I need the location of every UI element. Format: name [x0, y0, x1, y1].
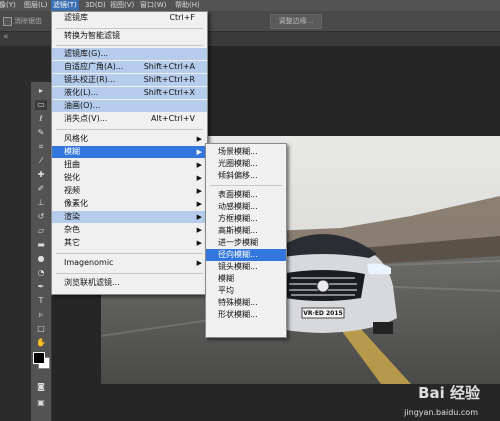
eyedropper-tool-icon[interactable]: ⁄ — [35, 156, 47, 166]
menu-item-pixelate[interactable]: 像素化 ▶ — [52, 198, 207, 210]
blur-submenu: 场景模糊... 光圈模糊... 倾斜偏移... 表面模糊... 动感模糊... … — [205, 143, 287, 338]
menu-item-noise[interactable]: 杂色 ▶ — [52, 224, 207, 236]
blur-tool-icon[interactable]: ● — [35, 254, 47, 264]
submenu-arrow-icon: ▶ — [196, 259, 202, 267]
watermark-url: jingyan.baidu.com — [404, 408, 478, 417]
menu-item-video[interactable]: 视频 ▶ — [52, 185, 207, 197]
menu-3d[interactable]: 3D(D) — [85, 0, 106, 11]
menu-separator — [56, 28, 203, 29]
shape-tool-icon[interactable]: □ — [35, 324, 47, 334]
healing-tool-icon[interactable]: ✚ — [35, 170, 47, 180]
menu-item-sharpen[interactable]: 锐化 ▶ — [52, 172, 207, 184]
submenu-item-field-blur[interactable]: 场景模糊... — [206, 146, 286, 158]
submenu-arrow-icon: ▶ — [196, 187, 202, 195]
refine-edge-button[interactable]: 调整边缘... — [270, 14, 322, 29]
submenu-arrow-icon: ▶ — [196, 148, 202, 156]
menu-separator — [56, 273, 203, 274]
submenu-item-surface-blur[interactable]: 表面模糊... — [206, 189, 286, 201]
dodge-tool-icon[interactable]: ◔ — [35, 268, 47, 278]
menu-help[interactable]: 帮助(H) — [175, 0, 200, 11]
submenu-item-blur-more[interactable]: 进一步模糊 — [206, 237, 286, 249]
submenu-item-average[interactable]: 平均 — [206, 285, 286, 297]
hand-tool-icon[interactable]: ✋ — [35, 338, 47, 348]
lasso-tool-icon[interactable]: ℓ — [35, 114, 47, 124]
marquee-tool-icon[interactable]: ▭ — [35, 100, 47, 110]
menu-separator — [56, 253, 203, 254]
submenu-item-radial-blur[interactable]: 径向模糊... — [206, 249, 286, 261]
collapse-chevron-icon[interactable]: « — [3, 32, 9, 42]
menu-item-filter-gallery-last[interactable]: 滤镜库 Ctrl+F — [52, 12, 207, 24]
filter-menu: 滤镜库 Ctrl+F 转换为智能滤镜 滤镜库(G)... 自适应广角(A)... S… — [51, 11, 208, 295]
menu-separator — [56, 45, 203, 46]
eraser-tool-icon[interactable]: ▱ — [35, 226, 47, 236]
submenu-item-motion-blur[interactable]: 动感模糊... — [206, 201, 286, 213]
submenu-item-smart-blur[interactable]: 特殊模糊... — [206, 297, 286, 309]
menu-window[interactable]: 窗口(W) — [140, 0, 166, 11]
screen-mode-icon[interactable]: ▣ — [35, 398, 47, 408]
submenu-item-shape-blur[interactable]: 形状模糊... — [206, 309, 286, 321]
crop-tool-icon[interactable]: ⌗ — [35, 142, 47, 152]
menu-item-vanishing-point[interactable]: 消失点(V)... Alt+Ctrl+V — [52, 113, 207, 125]
submenu-arrow-icon: ▶ — [196, 174, 202, 182]
menu-item-oil-paint[interactable]: 油画(O)... — [52, 100, 207, 112]
submenu-item-iris-blur[interactable]: 光圈模糊... — [206, 158, 286, 170]
foreground-color-swatch[interactable] — [33, 352, 45, 364]
tools-panel: ▸ ▭ ℓ ✎ ⌗ ⁄ ✚ ✐ ⊥ ↺ ▱ ▬ ● ◔ ✒ T ▹ □ ✋ ◙ … — [31, 82, 52, 421]
pen-tool-icon[interactable]: ✒ — [35, 282, 47, 292]
submenu-arrow-icon: ▶ — [196, 135, 202, 143]
baidu-jingyan-watermark: Bai 经验 — [418, 384, 480, 402]
menu-item-filter-gallery[interactable]: 滤镜库(G)... — [52, 48, 207, 60]
menu-separator — [210, 185, 282, 186]
menu-separator — [56, 129, 203, 130]
submenu-item-blur[interactable]: 模糊 — [206, 273, 286, 285]
menu-item-lens-correction[interactable]: 镜头校正(R)... Shift+Ctrl+R — [52, 74, 207, 86]
menu-image[interactable]: 图像(Y) — [0, 0, 16, 11]
menu-filter[interactable]: 滤镜(T) — [51, 0, 79, 11]
submenu-item-box-blur[interactable]: 方框模糊... — [206, 213, 286, 225]
menu-item-other[interactable]: 其它 ▶ — [52, 237, 207, 249]
submenu-arrow-icon: ▶ — [196, 200, 202, 208]
brush-tool-icon[interactable]: ✐ — [35, 184, 47, 194]
quick-mask-icon[interactable]: ◙ — [35, 382, 47, 392]
path-select-tool-icon[interactable]: ▹ — [35, 310, 47, 320]
submenu-arrow-icon: ▶ — [196, 226, 202, 234]
menu-item-adaptive-wide-angle[interactable]: 自适应广角(A)... Shift+Ctrl+A — [52, 61, 207, 73]
type-tool-icon[interactable]: T — [35, 296, 47, 306]
quick-select-tool-icon[interactable]: ✎ — [35, 128, 47, 138]
license-plate: VR·ED 2015 — [303, 310, 343, 317]
submenu-arrow-icon: ▶ — [196, 239, 202, 247]
anti-alias-label: 消除锯齿 — [14, 17, 42, 25]
menu-item-liquify[interactable]: 液化(L)... Shift+Ctrl+X — [52, 87, 207, 99]
menu-item-imagenomic[interactable]: Imagenomic ▶ — [52, 257, 207, 269]
submenu-item-gaussian-blur[interactable]: 高斯模糊... — [206, 225, 286, 237]
menu-item-distort[interactable]: 扭曲 ▶ — [52, 159, 207, 171]
submenu-arrow-icon: ▶ — [196, 161, 202, 169]
menu-item-convert-smart-filter[interactable]: 转换为智能滤镜 — [52, 30, 207, 42]
menu-item-browse-online-filters[interactable]: 浏览联机滤镜... — [52, 277, 207, 289]
submenu-item-tilt-shift[interactable]: 倾斜偏移... — [206, 170, 286, 182]
menu-layer[interactable]: 图层(L) — [24, 0, 47, 11]
submenu-arrow-icon: ▶ — [196, 213, 202, 221]
gradient-tool-icon[interactable]: ▬ — [35, 240, 47, 250]
stamp-tool-icon[interactable]: ⊥ — [35, 198, 47, 208]
history-brush-tool-icon[interactable]: ↺ — [35, 212, 47, 222]
menu-item-render[interactable]: 渲染 ▶ — [52, 211, 207, 223]
menu-item-stylize[interactable]: 风格化 ▶ — [52, 133, 207, 145]
menu-view[interactable]: 视图(V) — [110, 0, 134, 11]
menu-item-blur[interactable]: 模糊 ▶ — [52, 146, 207, 158]
submenu-item-lens-blur[interactable]: 镜头模糊... — [206, 261, 286, 273]
move-tool-icon[interactable]: ▸ — [35, 86, 47, 96]
anti-alias-checkbox[interactable] — [3, 17, 12, 26]
